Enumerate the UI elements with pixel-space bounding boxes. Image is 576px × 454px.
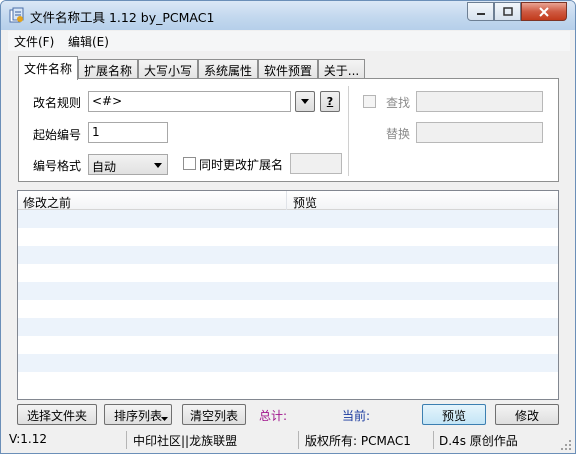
list-header: 修改之前 预览: [18, 191, 558, 210]
list-row[interactable]: [18, 372, 558, 390]
chevron-down-icon: [161, 417, 168, 421]
menu-edit[interactable]: 编辑(E): [68, 33, 109, 50]
find-label: 查找: [386, 96, 411, 110]
number-format-label: 编号格式: [33, 159, 82, 173]
status-version: V:1.12: [9, 432, 47, 446]
tab-case[interactable]: 大写小写: [138, 59, 198, 79]
status-separator: [433, 431, 434, 449]
list-row[interactable]: [18, 318, 558, 336]
list-row[interactable]: [18, 228, 558, 246]
replace-input[interactable]: [416, 122, 543, 143]
title-bar[interactable]: 文件名称工具 1.12 by_PCMAC1: [1, 1, 575, 30]
chevron-down-icon: [154, 163, 162, 168]
clear-list-button[interactable]: 清空列表: [182, 404, 246, 425]
change-ext-input[interactable]: [290, 153, 342, 174]
status-separator: [126, 431, 127, 449]
number-format-value: 自动: [92, 160, 117, 174]
status-separator: [298, 431, 299, 449]
total-label: 总计:: [259, 409, 288, 423]
status-community: 中印社区||龙族联盟: [133, 434, 238, 448]
column-preview[interactable]: 预览: [293, 194, 317, 211]
list-row[interactable]: [18, 354, 558, 372]
change-ext-label: 同时更改扩展名: [199, 158, 284, 172]
select-folder-button[interactable]: 选择文件夹: [17, 404, 97, 425]
chevron-down-icon: [301, 99, 309, 104]
preview-button[interactable]: 预览: [422, 404, 486, 425]
find-checkbox[interactable]: [363, 95, 376, 108]
status-copyright: 版权所有: PCMAC1: [305, 434, 411, 448]
menu-file[interactable]: 文件(F): [14, 33, 54, 50]
start-number-input[interactable]: 1: [88, 122, 168, 143]
column-separator[interactable]: [286, 191, 287, 210]
close-button[interactable]: [521, 2, 567, 21]
find-input[interactable]: [416, 91, 543, 112]
tab-extension-name[interactable]: 扩展名称: [78, 59, 138, 79]
list-row[interactable]: [18, 282, 558, 300]
maximize-button[interactable]: [494, 2, 521, 21]
column-before[interactable]: 修改之前: [23, 194, 71, 211]
sort-list-label: 排序列表: [113, 409, 162, 423]
menu-bar: 文件(F) 编辑(E): [8, 31, 570, 51]
tab-file-name[interactable]: 文件名称: [18, 56, 78, 80]
change-ext-checkbox[interactable]: [183, 157, 196, 170]
list-row[interactable]: [18, 264, 558, 282]
minimize-icon: [476, 12, 485, 15]
tab-presets[interactable]: 软件预置: [258, 59, 318, 79]
rename-rule-dropdown-button[interactable]: [295, 91, 315, 112]
close-icon: [539, 6, 549, 17]
sort-list-button[interactable]: 排序列表: [104, 404, 172, 425]
status-credit: D.4s 原创作品: [439, 434, 518, 448]
tab-panel-file-name: 改名规则 <#> ? 起始编号 1 编号格式 自动 同时更改扩展名 查找 替换: [18, 78, 559, 182]
list-row[interactable]: [18, 300, 558, 318]
maximize-icon: [502, 7, 513, 16]
resize-grip-icon[interactable]: [560, 439, 572, 451]
window-title: 文件名称工具 1.12 by_PCMAC1: [30, 10, 215, 25]
main-window: 文件名称工具 1.12 by_PCMAC1 文件(F) 编辑(E) 文件名称 扩…: [0, 0, 576, 454]
rename-rule-input[interactable]: <#>: [88, 91, 291, 112]
number-format-select[interactable]: 自动: [88, 154, 168, 175]
file-list[interactable]: 修改之前 预览: [17, 190, 559, 400]
list-row[interactable]: [18, 210, 558, 228]
panel-divider: [348, 86, 349, 176]
minimize-button[interactable]: [467, 2, 494, 21]
help-button[interactable]: ?: [320, 91, 340, 112]
rename-rule-label: 改名规则: [33, 96, 82, 110]
start-number-label: 起始编号: [33, 128, 82, 142]
modify-button[interactable]: 修改: [495, 404, 559, 425]
current-label: 当前:: [342, 409, 371, 423]
tab-system-attributes[interactable]: 系统属性: [198, 59, 258, 79]
list-row[interactable]: [18, 336, 558, 354]
status-bar: V:1.12 中印社区||龙族联盟 版权所有: PCMAC1 D.4s 原创作品: [1, 428, 575, 453]
list-row[interactable]: [18, 246, 558, 264]
app-icon: [9, 7, 24, 23]
replace-label: 替换: [386, 127, 411, 141]
tab-about[interactable]: 关于...: [318, 59, 365, 79]
